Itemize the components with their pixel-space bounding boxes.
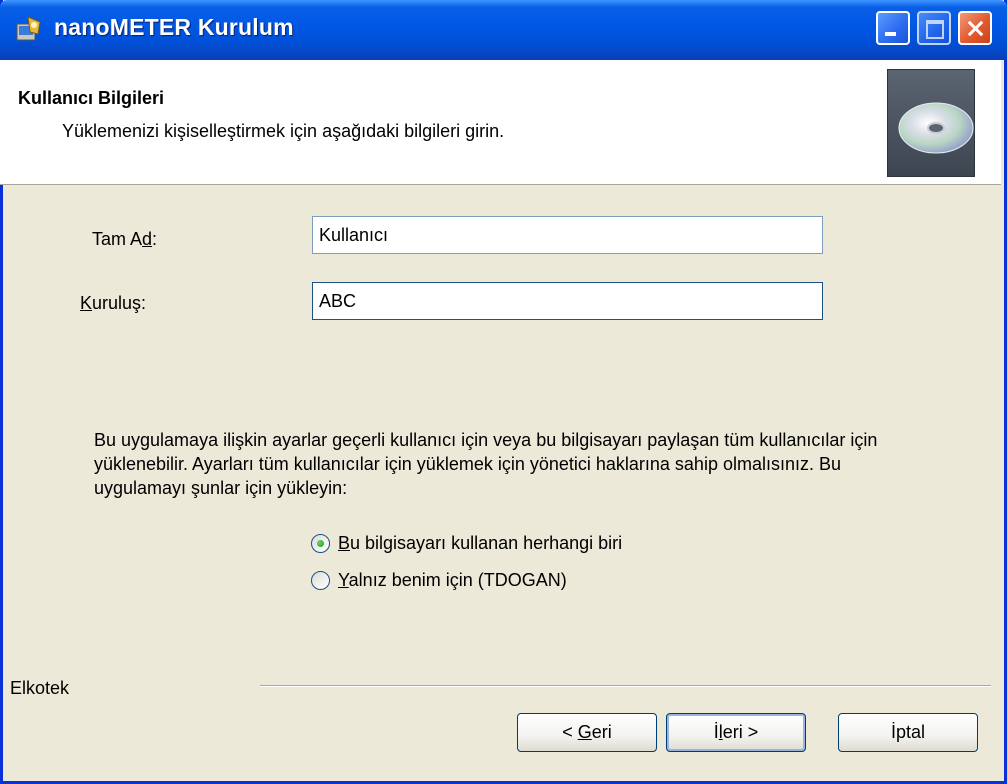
full-name-label: Tam Ad:	[92, 229, 158, 249]
full-name-input[interactable]	[312, 216, 823, 254]
radio-only-me[interactable]: Yalnız benim için (TDOGAN)	[311, 570, 567, 591]
radio-all-users[interactable]: Bu bilgisayarı kullanan herhangi biri	[311, 533, 622, 554]
window-title: nanoMETER Kurulum	[54, 14, 294, 40]
installer-icon	[16, 16, 41, 41]
title-bar[interactable]: nanoMETER Kurulum	[0, 0, 1007, 60]
organization-label: Kuruluş:	[80, 293, 147, 313]
maximize-button[interactable]	[917, 11, 951, 45]
radio-all-users-label: Bu bilgisayarı kullanan herhangi biri	[338, 533, 623, 553]
install-scope-description: Bu uygulamaya ilişkin ayarlar geçerli ku…	[94, 430, 878, 498]
radio-unselected-icon[interactable]	[311, 571, 330, 590]
back-button[interactable]: < Geri	[517, 713, 657, 752]
page-subtitle: Yüklemenizi kişiselleştirmek için aşağıd…	[62, 121, 505, 141]
cd-disc-icon	[887, 69, 975, 177]
next-button[interactable]: İleri >	[666, 713, 806, 752]
radio-selected-icon[interactable]	[311, 534, 330, 553]
brand-label: Elkotek	[10, 678, 70, 698]
page-title: Kullanıcı Bilgileri	[18, 88, 165, 108]
organization-input[interactable]	[312, 282, 823, 320]
radio-only-me-label: Yalnız benim için (TDOGAN)	[338, 570, 567, 590]
minimize-button[interactable]	[876, 11, 910, 45]
close-button[interactable]	[958, 11, 992, 45]
cancel-button[interactable]: İptal	[838, 713, 978, 752]
footer-divider	[260, 685, 991, 687]
